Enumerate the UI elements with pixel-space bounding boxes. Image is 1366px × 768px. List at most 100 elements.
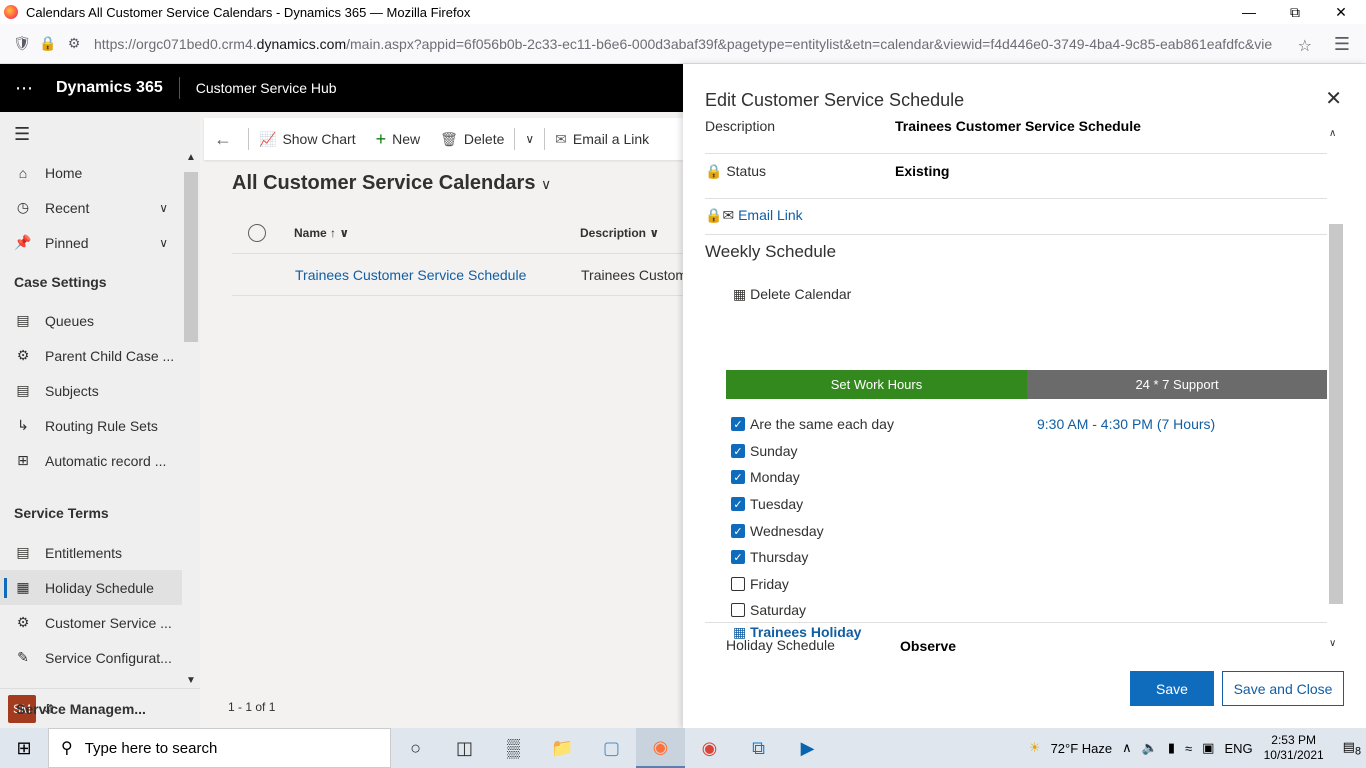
checkbox-label: Sunday <box>750 443 798 459</box>
new-button[interactable]: + New <box>366 118 431 160</box>
address-bar: 🛡 🔒 ⚙ https://orgc071bed0.crm4.dynamics.… <box>0 24 1366 64</box>
nav-item-parent-child-case[interactable]: ⚙ Parent Child Case ... <box>0 338 182 373</box>
chevron-down-icon[interactable]: ∨ <box>159 236 168 250</box>
scroll-down-icon[interactable]: ▼ <box>186 675 196 686</box>
nav-item-home[interactable]: ⌂ Home <box>0 155 182 190</box>
select-all-radio[interactable] <box>248 224 266 242</box>
nav-item-queues[interactable]: ▤ Queues <box>0 303 182 338</box>
task-view-icon[interactable]: ◫ <box>440 728 489 768</box>
checkbox-checked[interactable]: ✓ <box>731 497 745 511</box>
permissions-icon[interactable]: ⚙ <box>66 35 82 52</box>
checkbox-checked[interactable]: ✓ <box>731 444 745 458</box>
holiday-calendar-link[interactable]: ▦ Trainees Holiday <box>733 624 861 641</box>
checkbox-checked[interactable]: ✓ <box>731 524 745 538</box>
checkbox-checked[interactable]: ✓ <box>731 417 745 431</box>
delete-button[interactable]: 🗑 Delete <box>430 118 514 160</box>
media-player-icon[interactable]: ▶ <box>783 728 832 768</box>
app-launcher-icon[interactable]: ⋯ <box>0 64 48 112</box>
close-dialog-icon[interactable]: ✕ <box>1325 86 1342 111</box>
checkbox-checked[interactable]: ✓ <box>731 550 745 564</box>
nav-item-subjects[interactable]: ▤ Subjects <box>0 373 182 408</box>
nav-scroll-thumb[interactable] <box>184 172 198 342</box>
notification-icon[interactable]: ▤8 <box>1343 739 1361 758</box>
nav-item-pinned[interactable]: 📌 Pinned ∨ <box>0 225 182 260</box>
minimize-button[interactable]: — <box>1226 0 1272 24</box>
email-link-field[interactable]: 🔒✉ Email Link <box>705 207 803 224</box>
brand-name[interactable]: Dynamics 365 <box>56 79 163 97</box>
firefox-taskbar-icon[interactable]: ◉ <box>636 728 685 768</box>
same-each-day-checkbox[interactable]: ✓ Are the same each day <box>731 416 894 432</box>
nav-item-automatic-record[interactable]: ⊞ Automatic record ... <box>0 443 182 478</box>
nav-item-holiday-schedule[interactable]: ▦ Holiday Schedule <box>0 570 182 605</box>
close-window-button[interactable]: ✕ <box>1318 0 1364 24</box>
email-link-label: Email a Link <box>572 131 650 147</box>
holiday-schedule-value[interactable]: Observe <box>900 638 956 654</box>
area-switcher[interactable]: SM Service Managem... ⇵ <box>0 688 200 728</box>
chevron-up-icon[interactable]: ∧ <box>1122 740 1132 756</box>
tab-set-work-hours[interactable]: Set Work Hours <box>726 370 1027 399</box>
day-checkbox-saturday[interactable]: Saturday <box>731 602 806 618</box>
dialog-scrollbar[interactable]: ∧ ∨ <box>1327 124 1345 654</box>
hamburger-menu-icon[interactable]: ☰ <box>1334 34 1350 55</box>
cortana-icon[interactable]: ○ <box>391 728 440 768</box>
nav-scrollbar[interactable]: ▲ ▼ <box>182 152 200 686</box>
nav-item-customer-service[interactable]: ⚙ Customer Service ... <box>0 605 182 640</box>
day-checkbox-sunday[interactable]: ✓ Sunday <box>731 443 797 459</box>
vscode-icon[interactable]: ⧉ <box>734 728 783 768</box>
day-checkbox-monday[interactable]: ✓ Monday <box>731 469 800 485</box>
column-header-name[interactable]: Name ↑ ∨ <box>294 226 349 240</box>
scroll-up-icon[interactable]: ▲ <box>186 152 196 163</box>
chevron-down-icon[interactable]: ∨ <box>159 201 168 215</box>
day-checkbox-tuesday[interactable]: ✓ Tuesday <box>731 496 803 512</box>
day-checkbox-thursday[interactable]: ✓ Thursday <box>731 549 808 565</box>
email-link-button[interactable]: ✉ Email a Link <box>545 118 659 160</box>
taskbar-search[interactable]: ⚲ Type here to search <box>48 728 391 768</box>
status-field: 🔒 Status <box>705 163 766 180</box>
chevron-down-icon[interactable]: ∨ <box>1329 638 1336 649</box>
day-checkbox-wednesday[interactable]: ✓ Wednesday <box>731 523 824 539</box>
show-chart-button[interactable]: 📈 Show Chart <box>249 118 366 160</box>
wifi-icon[interactable]: ≈ <box>1185 741 1192 756</box>
nav-item-entitlements[interactable]: ▤ Entitlements <box>0 535 182 570</box>
back-button[interactable]: ← <box>204 118 248 160</box>
bookmark-star-icon[interactable]: ☆ <box>1298 36 1312 56</box>
lock-icon[interactable]: 🔒 <box>39 35 56 52</box>
nav-item-service-configuration[interactable]: ✎ Service Configurat... <box>0 640 182 675</box>
nav-item-recent[interactable]: ◷ Recent ∨ <box>0 190 182 225</box>
column-header-description[interactable]: Description ∨ <box>580 226 659 240</box>
save-button[interactable]: Save <box>1130 671 1214 706</box>
nav-item-routing-rule-sets[interactable]: ↳ Routing Rule Sets <box>0 408 182 443</box>
checkbox-checked[interactable]: ✓ <box>731 470 745 484</box>
battery-icon[interactable]: ▮ <box>1168 740 1175 756</box>
description-value[interactable]: Trainees Customer Service Schedule <box>895 120 1141 134</box>
work-hours-link[interactable]: 9:30 AM - 4:30 PM (7 Hours) <box>1037 416 1215 432</box>
collapse-nav-icon[interactable]: ☰ <box>14 124 30 145</box>
app-name[interactable]: Customer Service Hub <box>196 80 337 96</box>
terminal-icon[interactable]: ▒ <box>489 728 538 768</box>
chrome-icon[interactable]: ◉ <box>685 728 734 768</box>
volume-icon[interactable]: 🔈 <box>1142 740 1158 756</box>
delete-calendar-button[interactable]: ▦ Delete Calendar <box>733 286 851 303</box>
clock[interactable]: 2:53 PM 10/31/2021 <box>1264 733 1324 763</box>
chevron-up-icon[interactable]: ∧ <box>1329 128 1336 139</box>
delete-dropdown-button[interactable]: ∨ <box>515 118 544 160</box>
checkbox-unchecked[interactable] <box>731 577 745 591</box>
view-selector[interactable]: All Customer Service Calendars ∨ <box>232 172 551 195</box>
day-checkbox-friday[interactable]: Friday <box>731 576 789 592</box>
restore-button[interactable]: ⧉ <box>1272 0 1318 24</box>
dialog-scroll-thumb[interactable] <box>1329 224 1343 604</box>
shield-icon[interactable]: 🛡 <box>13 35 31 52</box>
save-and-close-button[interactable]: Save and Close <box>1222 671 1344 706</box>
file-explorer-icon[interactable]: 📁 <box>538 728 587 768</box>
url-field[interactable]: https://orgc071bed0.crm4.dynamics.com/ma… <box>94 36 1284 52</box>
app-window-icon[interactable]: ▢ <box>587 728 636 768</box>
weather-text[interactable]: 72°F Haze <box>1051 741 1113 756</box>
display-icon[interactable]: ▣ <box>1202 740 1214 756</box>
email-link[interactable]: Email Link <box>738 207 803 223</box>
table-row[interactable]: Trainees Customer Service Schedule Train… <box>232 254 683 296</box>
record-name-link[interactable]: Trainees Customer Service Schedule <box>295 267 526 283</box>
tab-24x7-support[interactable]: 24 * 7 Support <box>1027 370 1327 399</box>
language-indicator[interactable]: ENG <box>1224 741 1252 756</box>
checkbox-unchecked[interactable] <box>731 603 745 617</box>
windows-start-icon[interactable]: ⊞ <box>0 728 48 768</box>
